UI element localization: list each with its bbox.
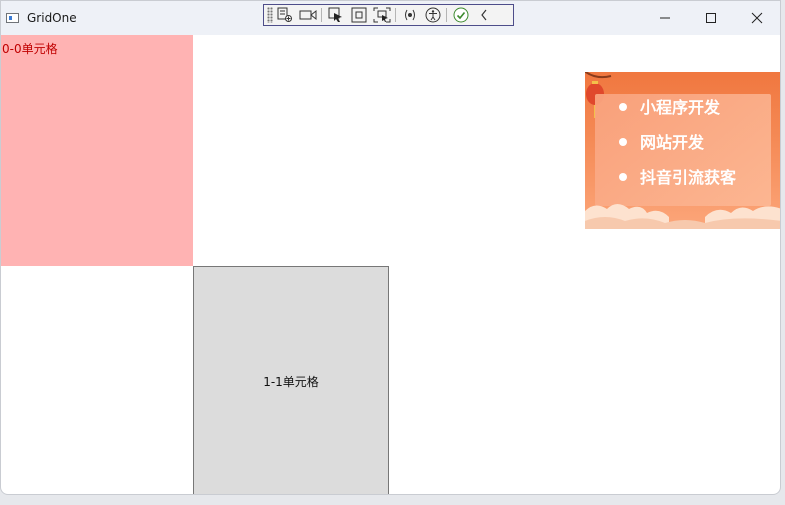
close-button[interactable] <box>734 1 780 35</box>
window-title: GridOne <box>27 11 77 25</box>
service-item: 网站开发 <box>585 125 736 160</box>
minimize-button[interactable] <box>642 1 688 35</box>
display-layout-icon[interactable] <box>348 5 370 25</box>
accessibility-icon[interactable] <box>422 5 444 25</box>
promo-banner-image: 小程序开发 网站开发 抖音引流获客 <box>585 72 780 229</box>
pointer-select-icon[interactable] <box>325 5 347 25</box>
cell-1-1-label: 1-1单元格 <box>263 374 319 389</box>
check-icon[interactable] <box>450 5 472 25</box>
close-icon <box>751 12 763 24</box>
record-icon[interactable] <box>297 5 319 25</box>
cell-0-0-label: 0-0单元格 <box>2 42 58 56</box>
service-list: 小程序开发 网站开发 抖音引流获客 <box>585 90 736 195</box>
toolbar-separator <box>446 8 447 22</box>
grid-cell-0-0: 0-0单元格 <box>1 35 193 266</box>
maximize-icon <box>706 13 716 23</box>
maximize-button[interactable] <box>688 1 734 35</box>
grid-cell-1-1[interactable]: 1-1单元格 <box>193 266 389 494</box>
service-item: 小程序开发 <box>585 90 736 125</box>
track-focus-icon[interactable] <box>371 5 393 25</box>
app-icon <box>6 13 19 23</box>
binding-failures-icon[interactable] <box>399 5 421 25</box>
service-item: 抖音引流获客 <box>585 160 736 195</box>
title-bar[interactable]: GridOne <box>1 1 780 35</box>
app-window: GridOne 0-0单元格 1-1单元格 小程序开发 网站开发 抖音引流获客 <box>0 0 781 495</box>
minimize-icon <box>660 17 670 19</box>
collapse-chevron-icon[interactable] <box>473 5 495 25</box>
cloud-decoration <box>585 204 780 229</box>
toolbar-separator <box>395 8 396 22</box>
toolbar-separator <box>321 8 322 22</box>
select-element-icon[interactable] <box>274 5 296 25</box>
toolbar-grip[interactable] <box>267 7 273 23</box>
xaml-debug-toolbar <box>263 4 514 26</box>
